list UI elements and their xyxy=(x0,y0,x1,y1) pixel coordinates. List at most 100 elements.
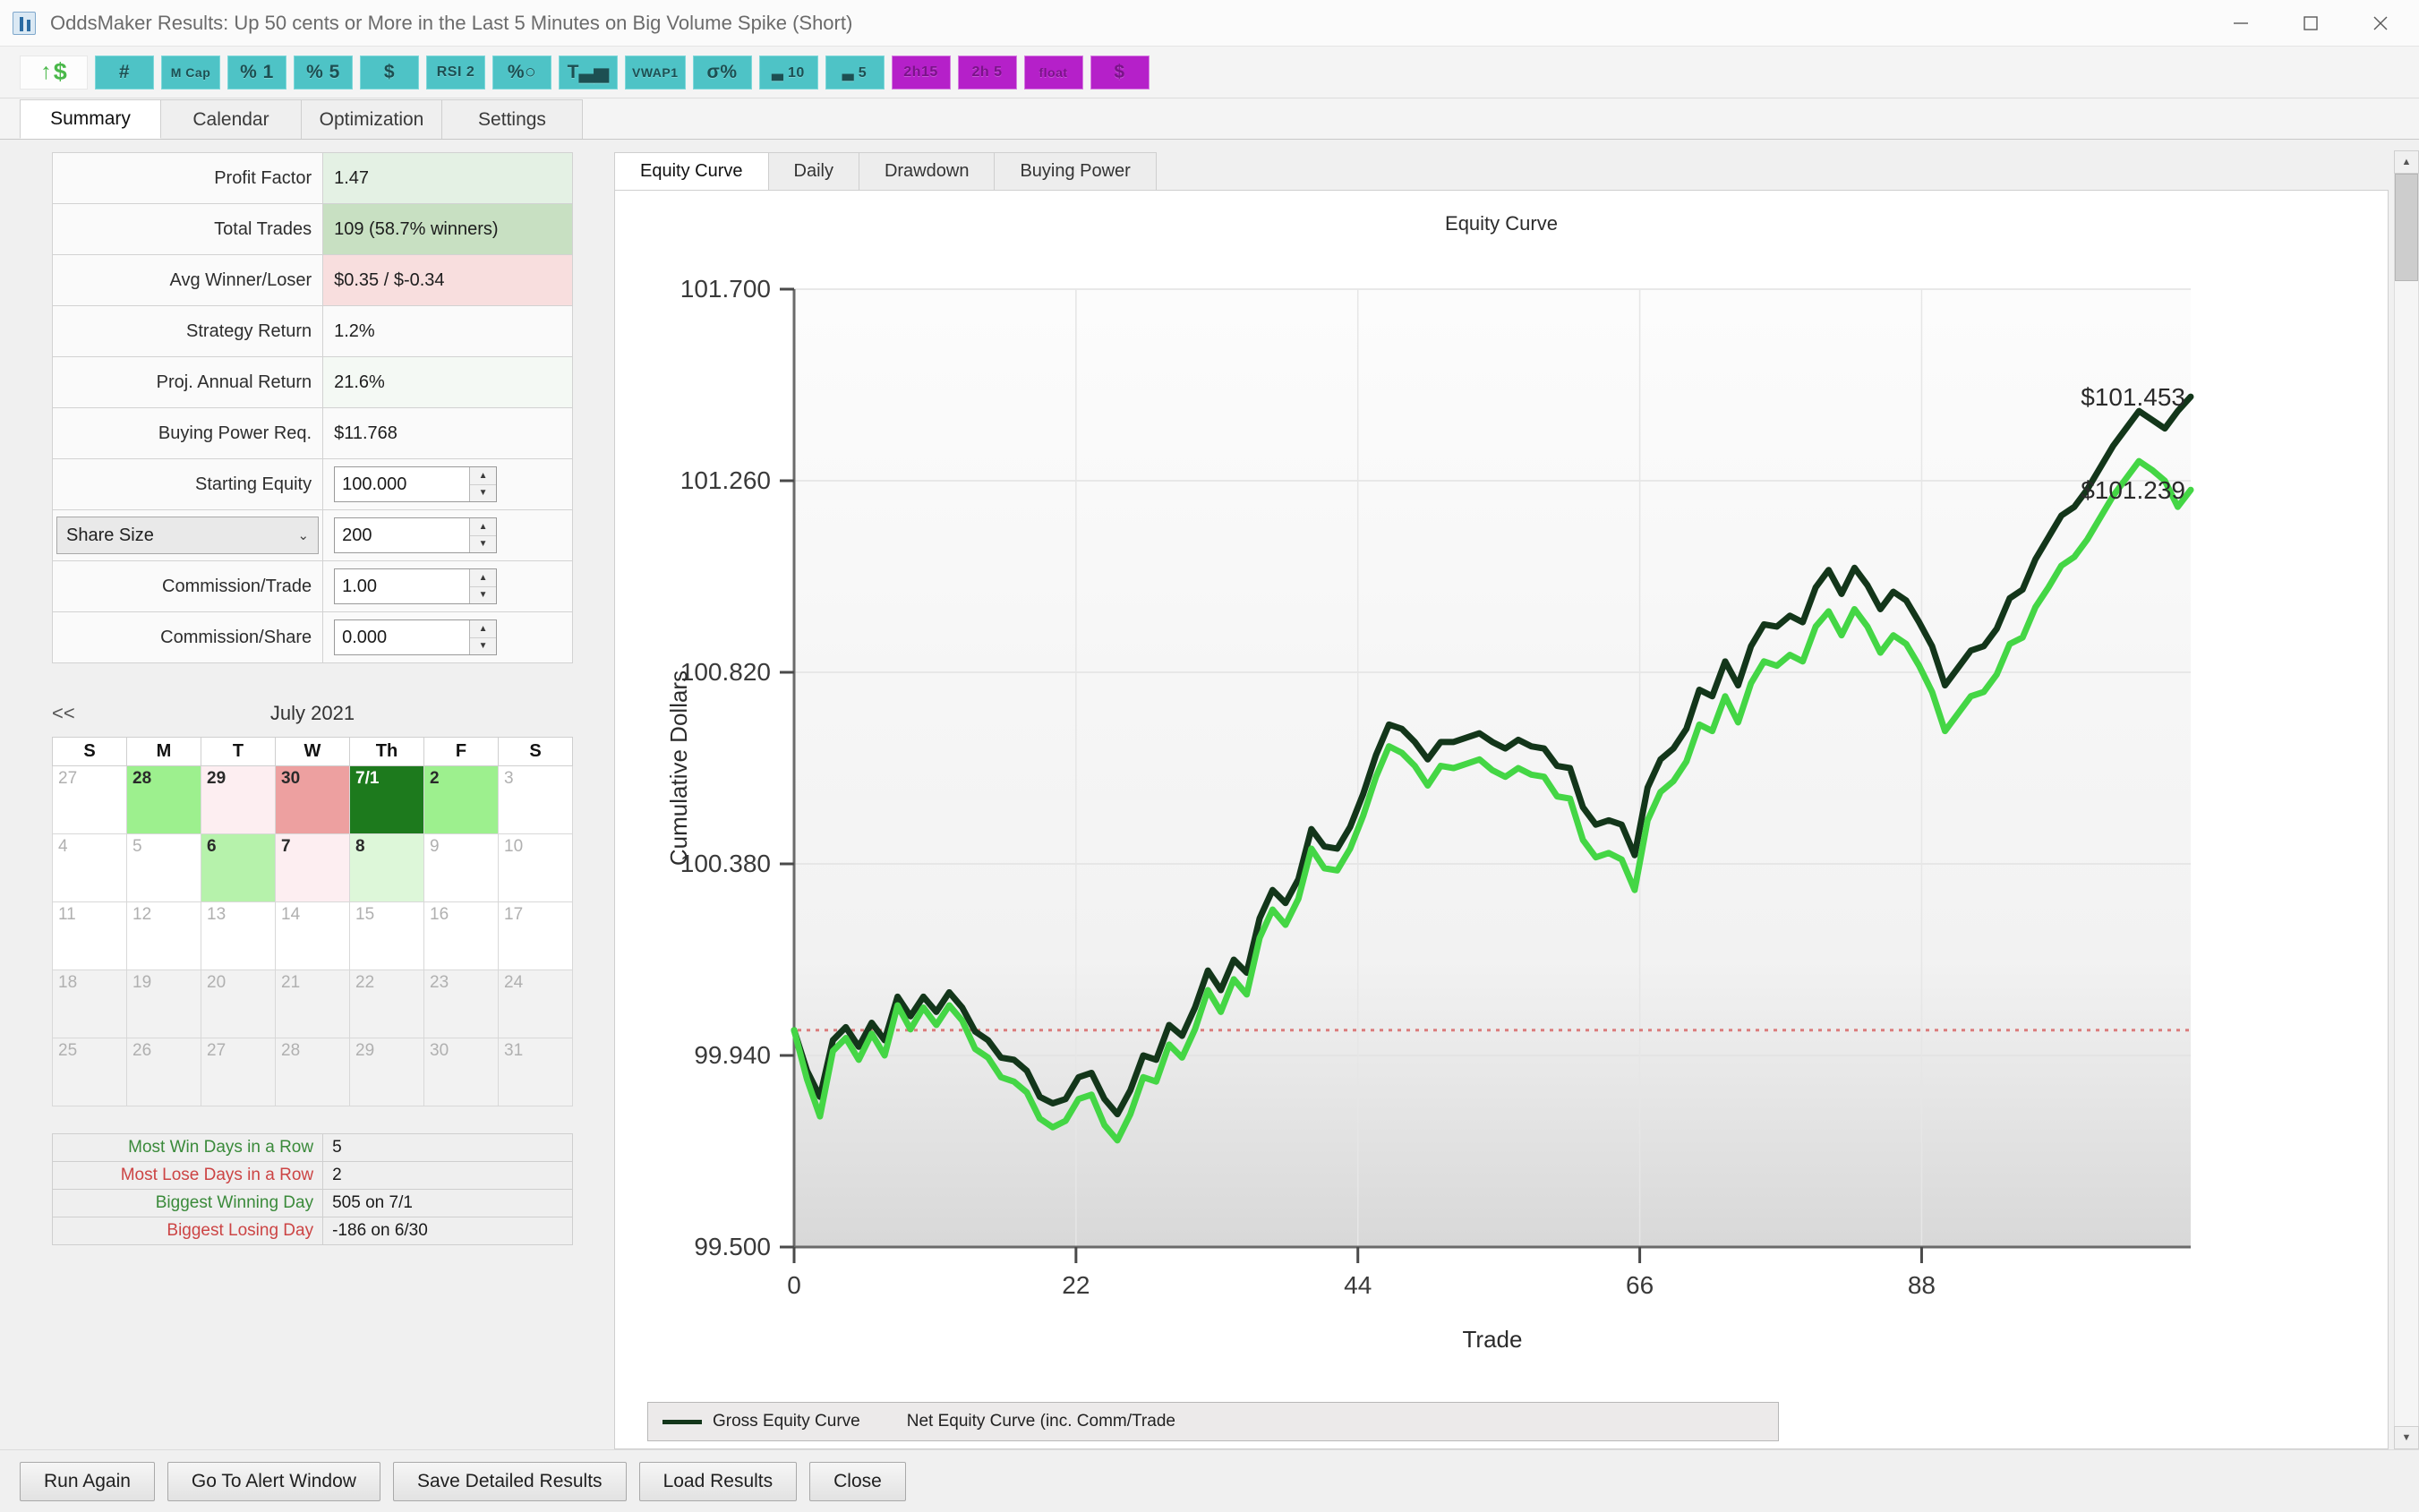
save-detailed-results-button[interactable]: Save Detailed Results xyxy=(392,1461,627,1501)
toolbar-button-8[interactable]: VWAP1 xyxy=(625,55,686,90)
spin-up-icon[interactable]: ▲ xyxy=(470,467,497,485)
commission-trade-spin-buttons[interactable]: ▲ ▼ xyxy=(469,569,497,604)
calendar-day-cell[interactable]: 22 xyxy=(349,970,424,1038)
calendar-day-cell[interactable]: 20 xyxy=(201,970,276,1038)
run-again-button[interactable]: Run Again xyxy=(20,1461,155,1501)
starting-equity-spin-buttons[interactable]: ▲ ▼ xyxy=(469,467,497,502)
toolbar-button-7[interactable]: T▃▅ xyxy=(559,55,618,90)
commission-share-value[interactable]: 0.000 xyxy=(335,628,469,648)
spin-down-icon[interactable]: ▼ xyxy=(470,638,496,655)
scroll-down-icon[interactable]: ▼ xyxy=(2394,1426,2419,1449)
main-tab-bar: Summary Calendar Optimization Settings xyxy=(0,98,2419,140)
commission-share-spin-buttons[interactable]: ▲ ▼ xyxy=(469,620,497,655)
calendar-day-cell[interactable]: 19 xyxy=(126,970,201,1038)
stat-value: $11.768 xyxy=(322,407,573,459)
close-button[interactable]: Close xyxy=(809,1461,906,1501)
streak-value: 5 xyxy=(322,1133,573,1162)
calendar-day-cell[interactable]: 11 xyxy=(52,901,127,970)
scroll-up-icon[interactable]: ▲ xyxy=(2394,150,2419,174)
calendar-day-cell[interactable]: 4 xyxy=(52,833,127,902)
maximize-icon[interactable] xyxy=(2276,0,2346,47)
toolbar-up-dollar-button[interactable]: ↑ $ xyxy=(20,55,88,90)
chart-tab-equity-curve[interactable]: Equity Curve xyxy=(614,152,769,190)
calendar-day-cell[interactable]: 12 xyxy=(126,901,201,970)
toolbar-button-10[interactable]: ▃ 10 xyxy=(758,55,818,90)
toolbar-button-12[interactable]: 2h15 xyxy=(891,55,951,90)
spin-down-icon[interactable]: ▼ xyxy=(470,587,496,604)
spin-up-icon[interactable]: ▲ xyxy=(470,518,497,536)
tab-optimization[interactable]: Optimization xyxy=(301,99,442,139)
toolbar-button-13[interactable]: 2h 5 xyxy=(957,55,1017,90)
toolbar-button-11[interactable]: ▃ 5 xyxy=(825,55,885,90)
minimize-icon[interactable] xyxy=(2206,0,2276,47)
chart-tab-buying-power[interactable]: Buying Power xyxy=(994,152,1157,190)
toolbar-button-1[interactable]: M Cap xyxy=(161,55,220,90)
calendar-day-cell[interactable]: 9 xyxy=(423,833,499,902)
scrollbar-track[interactable] xyxy=(2394,174,2419,1426)
calendar-day-cell[interactable]: 30 xyxy=(275,765,350,834)
calendar-day-cell[interactable]: 10 xyxy=(498,833,573,902)
calendar-day-cell[interactable]: 8 xyxy=(349,833,424,902)
calendar-day-cell[interactable]: 29 xyxy=(349,1038,424,1106)
calendar-day-cell[interactable]: 25 xyxy=(52,1038,127,1106)
calendar-day-cell[interactable]: 21 xyxy=(275,970,350,1038)
calendar-day-cell[interactable]: 28 xyxy=(126,765,201,834)
toolbar-button-14[interactable]: float xyxy=(1023,55,1083,90)
share-size-spin-buttons[interactable]: ▲ ▼ xyxy=(469,518,497,553)
calendar-day-cell[interactable]: 28 xyxy=(275,1038,350,1106)
scrollbar-thumb[interactable] xyxy=(2395,174,2418,281)
commission-share-stepper[interactable]: 0.000 ▲ ▼ xyxy=(334,619,498,655)
calendar-day-cell[interactable]: 14 xyxy=(275,901,350,970)
toolbar-button-15[interactable]: $ xyxy=(1090,55,1150,90)
calendar-day-cell[interactable]: 2 xyxy=(423,765,499,834)
calendar-day-cell[interactable]: 27 xyxy=(52,765,127,834)
calendar-day-cell[interactable]: 7/1 xyxy=(349,765,424,834)
commission-trade-value[interactable]: 1.00 xyxy=(335,577,469,597)
calendar-day-cell[interactable]: 26 xyxy=(126,1038,201,1106)
spin-up-icon[interactable]: ▲ xyxy=(470,620,497,638)
share-size-value[interactable]: 200 xyxy=(335,525,469,546)
load-results-button[interactable]: Load Results xyxy=(638,1461,798,1501)
calendar-day-cell[interactable]: 31 xyxy=(498,1038,573,1106)
calendar-day-cell[interactable]: 5 xyxy=(126,833,201,902)
spin-up-icon[interactable]: ▲ xyxy=(470,569,497,587)
calendar-day-cell[interactable]: 16 xyxy=(423,901,499,970)
calendar-day-cell[interactable]: 18 xyxy=(52,970,127,1038)
spin-down-icon[interactable]: ▼ xyxy=(470,536,496,553)
chart-scrollbar[interactable]: ▲ ▼ xyxy=(2394,150,2419,1449)
calendar-day-cell[interactable]: 24 xyxy=(498,970,573,1038)
calendar-day-cell[interactable]: 3 xyxy=(498,765,573,834)
toolbar-button-3[interactable]: % 5 xyxy=(294,55,353,90)
chart-tab-drawdown[interactable]: Drawdown xyxy=(858,152,996,190)
share-size-stepper[interactable]: 200 ▲ ▼ xyxy=(334,517,498,553)
starting-equity-stepper[interactable]: 100.000 ▲ ▼ xyxy=(334,466,498,502)
toolbar-button-0[interactable]: # xyxy=(95,55,154,90)
tab-calendar[interactable]: Calendar xyxy=(160,99,302,139)
toolbar-button-2[interactable]: % 1 xyxy=(227,55,286,90)
svg-text:Cumulative Dollars: Cumulative Dollars xyxy=(665,671,692,866)
calendar-day-cell[interactable]: 23 xyxy=(423,970,499,1038)
toolbar-button-4[interactable]: $ xyxy=(360,55,419,90)
toolbar-button-9[interactable]: σ% xyxy=(692,55,752,90)
tab-summary[interactable]: Summary xyxy=(20,99,161,139)
toolbar-button-6[interactable]: %○ xyxy=(492,55,551,90)
toolbar-button-5[interactable]: RSI 2 xyxy=(426,55,485,90)
window-controls xyxy=(2206,0,2415,46)
chart-tab-daily[interactable]: Daily xyxy=(767,152,859,190)
spin-down-icon[interactable]: ▼ xyxy=(470,485,496,502)
calendar-day-cell[interactable]: 30 xyxy=(423,1038,499,1106)
calendar-day-cell[interactable]: 6 xyxy=(201,833,276,902)
go-to-alert-window-button[interactable]: Go To Alert Window xyxy=(167,1461,380,1501)
stat-label: Profit Factor xyxy=(51,152,324,204)
calendar-day-cell[interactable]: 27 xyxy=(201,1038,276,1106)
tab-settings[interactable]: Settings xyxy=(441,99,583,139)
calendar-day-cell[interactable]: 17 xyxy=(498,901,573,970)
calendar-day-cell[interactable]: 7 xyxy=(275,833,350,902)
calendar-day-cell[interactable]: 13 xyxy=(201,901,276,970)
close-icon[interactable] xyxy=(2346,0,2415,47)
calendar-day-cell[interactable]: 15 xyxy=(349,901,424,970)
share-size-dropdown[interactable]: Share Size ⌄ xyxy=(56,517,320,554)
calendar-day-cell[interactable]: 29 xyxy=(201,765,276,834)
commission-trade-stepper[interactable]: 1.00 ▲ ▼ xyxy=(334,568,498,604)
starting-equity-value[interactable]: 100.000 xyxy=(335,474,469,495)
